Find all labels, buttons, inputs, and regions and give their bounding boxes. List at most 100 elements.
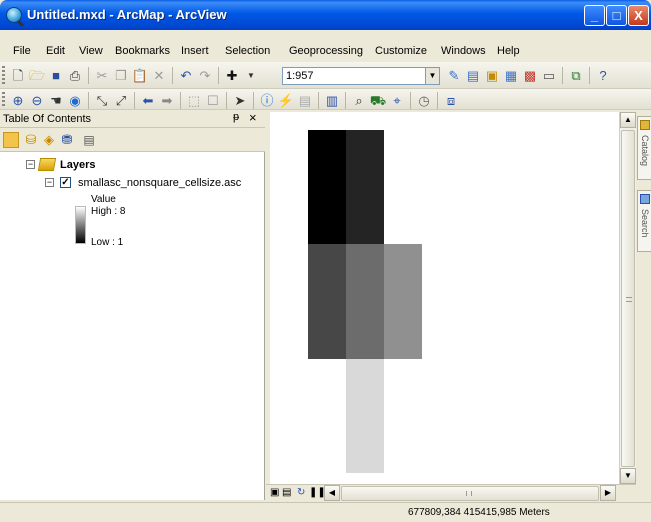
catalog-icon [640, 120, 650, 130]
arctoolbox-icon[interactable]: ▩ [522, 68, 538, 84]
toolbar-grip[interactable] [2, 92, 5, 107]
zoom-out-icon[interactable]: ⊖ [29, 93, 45, 109]
raster-cell [346, 130, 384, 244]
print-icon[interactable]: ⎙ [67, 68, 83, 84]
time-slider-icon[interactable]: ◷ [416, 93, 432, 109]
search-icon [640, 194, 650, 204]
go-to-xy-icon[interactable]: ⌖ [389, 93, 405, 109]
scroll-down-icon[interactable]: ▼ [620, 468, 636, 484]
list-by-source-icon[interactable]: ⛁ [23, 132, 39, 148]
scroll-left-icon[interactable]: ◀ [324, 485, 340, 501]
redo-icon[interactable]: ↷ [197, 68, 213, 84]
toc-close-icon[interactable]: × [249, 110, 257, 125]
maximize-button[interactable]: □ [606, 5, 627, 26]
menu-windows[interactable]: Windows [441, 45, 486, 57]
list-by-selection-icon[interactable]: ⛃ [59, 132, 75, 148]
legend-high-label: High : 8 [91, 206, 126, 217]
map-vertical-scrollbar[interactable]: ▲ ▼ [619, 112, 636, 484]
toolbar-grip[interactable] [2, 66, 5, 85]
add-data-dropdown-icon[interactable]: ▼ [243, 68, 259, 84]
horizontal-scroll-thumb[interactable] [341, 486, 599, 501]
close-button[interactable]: X [628, 5, 649, 26]
next-extent-icon[interactable]: ➡ [159, 93, 175, 109]
catalog-window-icon[interactable]: ▣ [484, 68, 500, 84]
list-by-drawing-order-icon[interactable] [3, 132, 19, 148]
identify-icon[interactable]: ⓘ [259, 93, 275, 109]
scroll-right-icon[interactable]: ▶ [600, 485, 616, 501]
find-binoculars-icon[interactable]: ⌕ [351, 93, 367, 109]
menu-insert[interactable]: Insert [181, 45, 209, 57]
scroll-up-icon[interactable]: ▲ [620, 112, 636, 128]
python-window-icon[interactable]: ▭ [541, 68, 557, 84]
toolbar-separator [226, 92, 227, 109]
find-route-icon[interactable]: ⛟ [370, 93, 386, 109]
layer-visibility-checkbox[interactable]: ✓ [60, 177, 71, 188]
refresh-view-icon[interactable]: ↻ [297, 487, 305, 498]
measure-icon[interactable]: ▥ [324, 93, 340, 109]
toolbar-separator [589, 67, 590, 84]
new-document-icon[interactable]: 🗋 [10, 68, 26, 84]
menu-geoprocessing[interactable]: Geoprocessing [289, 45, 363, 57]
catalog-side-tab[interactable]: Catalog [637, 116, 651, 180]
raster-cell [308, 244, 346, 359]
menu-file[interactable]: File [13, 45, 31, 57]
toolbar-separator [318, 92, 319, 109]
open-folder-icon[interactable]: 🗁 [29, 68, 45, 84]
zoom-in-icon[interactable]: ⊕ [10, 93, 26, 109]
layout-view-icon[interactable]: ▤ [282, 487, 291, 498]
scale-dropdown-icon[interactable]: ▼ [425, 68, 439, 84]
menu-customize[interactable]: Customize [375, 45, 427, 57]
add-data-icon[interactable]: ✚ [224, 68, 240, 84]
list-by-visibility-icon[interactable]: ◈ [41, 132, 57, 148]
map-scale-combobox[interactable]: 1:957 ▼ [282, 67, 440, 85]
fixed-zoom-in-icon[interactable]: ⤡ [94, 93, 110, 109]
menu-help[interactable]: Help [497, 45, 520, 57]
minimize-button[interactable]: _ [584, 5, 605, 26]
pan-hand-icon[interactable]: ☚ [48, 93, 64, 109]
menu-edit[interactable]: Edit [46, 45, 65, 57]
copy-icon[interactable]: ❐ [113, 68, 129, 84]
layers-dataframe-label[interactable]: Layers [60, 159, 95, 171]
toolbar-separator [253, 92, 254, 109]
map-display[interactable] [270, 112, 621, 484]
select-features-icon[interactable]: ⬚ [186, 93, 202, 109]
paste-icon[interactable]: 📋 [132, 68, 148, 84]
raster-cell [384, 359, 422, 473]
html-popup-icon[interactable]: ▤ [297, 93, 313, 109]
menu-selection[interactable]: Selection [225, 45, 270, 57]
search-side-tab[interactable]: Search [637, 190, 651, 252]
raster-cell [346, 359, 384, 473]
layer-name[interactable]: smallasc_nonsquare_cellsize.asc [78, 177, 241, 189]
hyperlink-icon[interactable]: ⚡ [278, 93, 294, 109]
cut-icon[interactable]: ✂ [94, 68, 110, 84]
delete-icon[interactable]: ✕ [151, 68, 167, 84]
table-of-contents-icon[interactable]: ▤ [465, 68, 481, 84]
search-window-icon[interactable]: ▦ [503, 68, 519, 84]
toc-options-icon[interactable]: ▤ [81, 132, 97, 148]
create-viewer-window-icon[interactable]: ⧈ [443, 93, 459, 109]
editor-toolbar-icon[interactable]: ✎ [446, 68, 462, 84]
layer-collapse-toggle[interactable]: − [45, 178, 54, 187]
toolbar-separator [437, 92, 438, 109]
modelbuilder-icon[interactable]: ⧉ [568, 68, 584, 84]
vertical-scroll-thumb[interactable] [621, 130, 635, 467]
select-elements-arrow-icon[interactable]: ➤ [232, 93, 248, 109]
data-view-icon[interactable]: ▣ [270, 487, 279, 498]
toolbar-separator [345, 92, 346, 109]
whats-this-help-icon[interactable]: ? [595, 68, 611, 84]
undo-icon[interactable]: ↶ [178, 68, 194, 84]
auto-hide-pin-icon[interactable]: ᵽ [233, 111, 239, 123]
menu-bookmarks[interactable]: Bookmarks [115, 45, 170, 57]
fixed-zoom-out-icon[interactable]: ⤢ [113, 93, 129, 109]
save-icon[interactable]: ■ [48, 68, 64, 84]
layers-collapse-toggle[interactable]: − [26, 160, 35, 169]
search-tab-label: Search [640, 209, 650, 238]
previous-extent-icon[interactable]: ⬅ [140, 93, 156, 109]
menu-view[interactable]: View [79, 45, 103, 57]
status-bar: 677809,384 415415,985 Meters [0, 502, 651, 522]
layers-dataframe-icon [37, 158, 57, 171]
toolbar-separator [218, 67, 219, 84]
toolbar-separator [172, 67, 173, 84]
full-extent-icon[interactable]: ◉ [67, 93, 83, 109]
clear-selection-icon[interactable]: ☐ [205, 93, 221, 109]
